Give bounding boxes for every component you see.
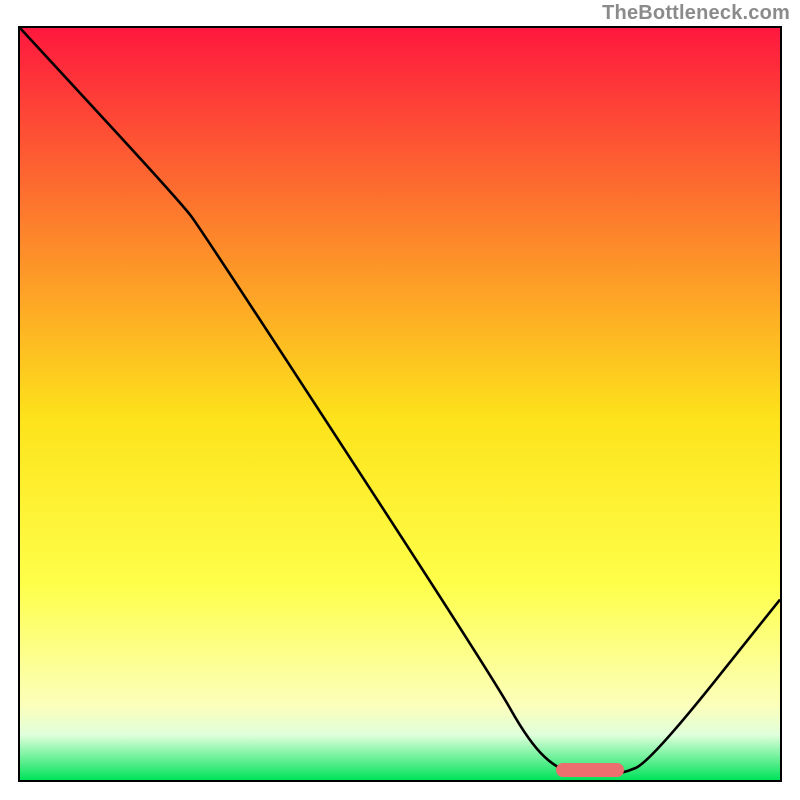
bottleneck-curve [20,28,780,780]
optimal-range-marker [556,763,624,777]
plot-area [18,26,782,782]
attribution-label: TheBottleneck.com [602,2,790,25]
figure-root: TheBottleneck.com [0,0,800,800]
